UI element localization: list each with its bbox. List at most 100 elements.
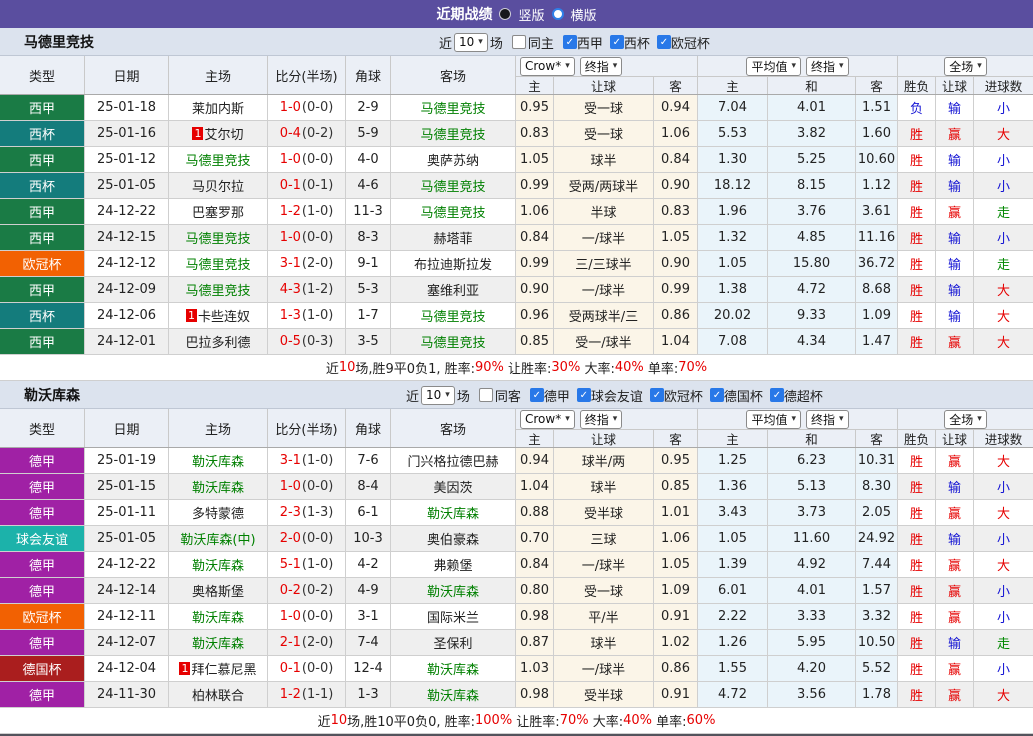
- league-badge: 西甲: [0, 225, 85, 250]
- scope-select[interactable]: 全场 ▾: [944, 409, 987, 429]
- team-name: 马德里竞技: [24, 34, 94, 51]
- home-team-name: 马德里竞技: [185, 154, 251, 169]
- crow-home-odds: 1.06: [516, 199, 554, 224]
- away-team: 奥伯豪森: [391, 526, 516, 551]
- away-team: 布拉迪斯拉发: [391, 251, 516, 276]
- away-team-name: 勒沃库森: [426, 507, 479, 522]
- away-team-name: 赫塔菲: [433, 232, 473, 247]
- avg-draw-odds: 4.01: [768, 95, 856, 120]
- league-badge: 德甲: [0, 474, 85, 499]
- average-select[interactable]: 平均值 ▾: [746, 409, 801, 429]
- away-team-name: 奥伯豪森: [426, 533, 479, 548]
- bookmaker-select[interactable]: Crow* ▾: [520, 56, 575, 76]
- summary-text: 让胜率:: [512, 715, 560, 730]
- halftime-score: (0-3): [301, 334, 334, 349]
- crow-away-odds: 0.90: [654, 251, 698, 276]
- league-filter-checkbox[interactable]: ✓: [529, 388, 544, 402]
- vertical-layout-radio[interactable]: [499, 8, 512, 20]
- league-filter-checkbox[interactable]: ✓: [576, 388, 591, 402]
- league-filter-checkbox[interactable]: ✓: [709, 388, 724, 402]
- goals-result: 大: [996, 310, 1010, 325]
- goals-result: 走: [996, 206, 1010, 221]
- avg-away-odds: 1.78: [856, 682, 898, 707]
- league-filter-checkbox[interactable]: ✓: [562, 35, 577, 49]
- avg-draw-odds: 5.25: [768, 147, 856, 172]
- filter-near-label: 近: [439, 36, 453, 52]
- home-team: 1 艾尔切: [169, 121, 268, 146]
- crow-odds-stage-value: 终指: [584, 59, 609, 74]
- home-team-name: 巴塞罗那: [191, 206, 244, 221]
- score-cell: 5-1 (1-0): [268, 552, 346, 577]
- crow-handicap: 一/球半: [554, 552, 654, 577]
- crow-away-odds: 1.01: [654, 500, 698, 525]
- score-cell: 1-0 (0-0): [268, 604, 346, 629]
- same-venue-checkbox[interactable]: [511, 35, 526, 49]
- winloss-result: 胜: [898, 500, 936, 525]
- league-badge: 西甲: [0, 199, 85, 224]
- away-team: 门兴格拉德巴赫: [391, 448, 516, 473]
- corner-count: 5-9: [346, 121, 391, 146]
- crow-handicap: 受一/球半: [554, 329, 654, 354]
- winloss-result: 胜: [898, 474, 936, 499]
- corner-count: 3-1: [346, 604, 391, 629]
- home-team: 柏林联合: [169, 682, 268, 707]
- league-filter-checkbox[interactable]: ✓: [609, 35, 624, 49]
- winloss-result: 胜: [898, 604, 936, 629]
- away-team-name: 马德里竞技: [420, 180, 486, 195]
- odds-header: Crow* ▾ 终指 ▾ 平均值 ▾ 终指 ▾ 全场 ▾ 主 让球 客 主 和 …: [516, 56, 1033, 94]
- goals-result: 小: [996, 180, 1010, 195]
- match-date: 25-01-05: [85, 526, 169, 551]
- scope-select[interactable]: 全场 ▾: [944, 56, 987, 76]
- home-team: 勒沃库森: [169, 448, 268, 473]
- league-filter-checkbox[interactable]: ✓: [656, 35, 671, 49]
- average-stage-select[interactable]: 终指 ▾: [806, 409, 849, 429]
- team-section-leverkusen: 勒沃库森 近 10 ▾ 场同客 ✓ 德甲 ✓ 球会友谊 ✓ 欧冠杯 ✓ 德国杯 ✓ 德超杯 类型 日期 主…: [0, 381, 1033, 734]
- league-filter-checkbox[interactable]: ✓: [769, 388, 784, 402]
- match-count-select[interactable]: 10 ▾: [454, 32, 488, 52]
- match-date: 24-12-07: [85, 630, 169, 655]
- horizontal-layout-radio[interactable]: [551, 8, 564, 20]
- avg-away-odds: 10.50: [856, 630, 898, 655]
- crow-handicap: 受半球: [554, 500, 654, 525]
- match-date: 25-01-12: [85, 147, 169, 172]
- crow-away-odds: 1.02: [654, 630, 698, 655]
- average-stage-select[interactable]: 终指 ▾: [806, 56, 849, 76]
- avg-home-odds: 1.36: [698, 474, 768, 499]
- crow-handicap: 受两/两球半: [554, 173, 654, 198]
- filter-games-label: 场: [456, 389, 470, 405]
- avg-home-odds: 1.30: [698, 147, 768, 172]
- avg-draw-odds: 5.13: [768, 474, 856, 499]
- crow-odds-stage-select[interactable]: 终指 ▾: [579, 409, 623, 429]
- away-team-name: 勒沃库森: [426, 689, 479, 704]
- average-select[interactable]: 平均值 ▾: [746, 56, 801, 76]
- avg-away-odds: 8.68: [856, 277, 898, 302]
- subcol-avg-away: 客: [856, 430, 898, 447]
- match-date: 24-12-14: [85, 578, 169, 603]
- team-strip: 勒沃库森 近 10 ▾ 场同客 ✓ 德甲 ✓ 球会友谊 ✓ 欧冠杯 ✓ 德国杯 ✓ 德超杯: [0, 381, 1033, 409]
- avg-home-odds: 1.25: [698, 448, 768, 473]
- crow-odds-stage-select[interactable]: 终指 ▾: [579, 56, 623, 76]
- col-header-home: 主场: [169, 409, 268, 447]
- match-count-select[interactable]: 10 ▾: [421, 385, 455, 405]
- away-team: 圣保利: [391, 630, 516, 655]
- avg-draw-odds: 3.82: [768, 121, 856, 146]
- crow-home-odds: 0.70: [516, 526, 554, 551]
- away-team-name: 塞维利亚: [426, 284, 479, 299]
- goals-result: 大: [996, 559, 1010, 574]
- col-header-home: 主场: [169, 56, 268, 94]
- subcol-avg-away: 客: [856, 77, 898, 94]
- same-venue-checkbox[interactable]: [478, 388, 493, 402]
- crow-group: Crow* ▾ 终指 ▾: [516, 409, 698, 429]
- col-header-score: 比分(半场): [268, 409, 346, 447]
- average-select-value: 平均值: [751, 59, 788, 74]
- goals-result: 小: [996, 102, 1010, 117]
- bookmaker-select[interactable]: Crow* ▾: [520, 409, 575, 429]
- subcol-crow-handicap: 让球: [554, 430, 654, 447]
- col-header-away: 客场: [391, 56, 516, 94]
- corner-count: 4-6: [346, 173, 391, 198]
- league-badge: 西杯: [0, 173, 85, 198]
- match-date: 25-01-15: [85, 474, 169, 499]
- home-team: 巴塞罗那: [169, 199, 268, 224]
- fulltime-score: 1-2: [279, 204, 301, 219]
- league-filter-checkbox[interactable]: ✓: [649, 388, 664, 402]
